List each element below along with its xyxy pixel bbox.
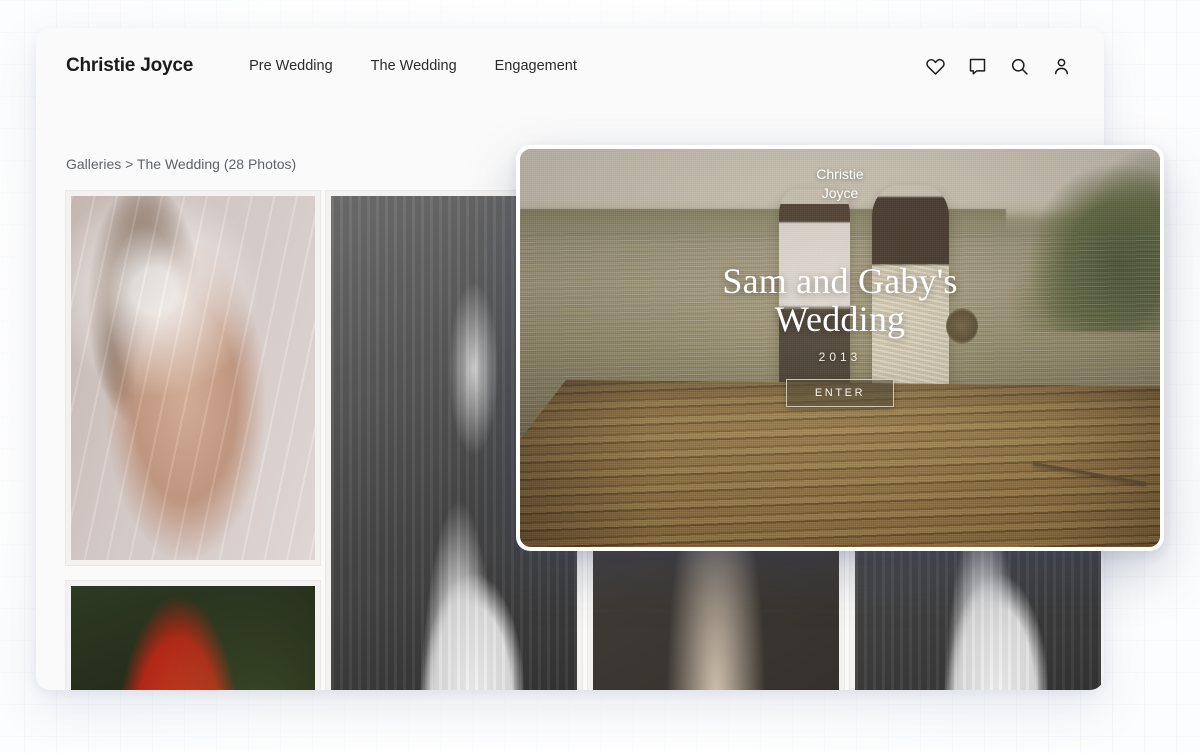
site-header: Christie Joyce Pre Wedding The Wedding E… [36,28,1104,104]
splash-cover-card[interactable]: Christie Joyce Sam and Gaby's Wedding 20… [516,145,1164,551]
gallery-photo[interactable] [66,191,320,565]
user-icon[interactable] [1051,56,1072,77]
heart-icon[interactable] [925,56,946,77]
nav-item-pre-wedding[interactable]: Pre Wedding [249,58,333,74]
photo-image-red-dress [71,586,315,690]
splash-cover-photo [520,149,1160,547]
nav-item-engagement[interactable]: Engagement [495,58,577,74]
gallery-photo[interactable] [66,581,320,690]
enter-button[interactable]: ENTER [786,379,894,407]
photo-image-bride-smiling [71,196,315,560]
photo-film-grain [520,149,1160,547]
nav-item-the-wedding[interactable]: The Wedding [371,58,457,74]
main-navigation: Pre Wedding The Wedding Engagement [249,58,577,74]
site-brand[interactable]: Christie Joyce [66,55,193,77]
chat-bubble-icon[interactable] [967,56,988,77]
header-actions [925,56,1072,77]
search-icon[interactable] [1009,56,1030,77]
